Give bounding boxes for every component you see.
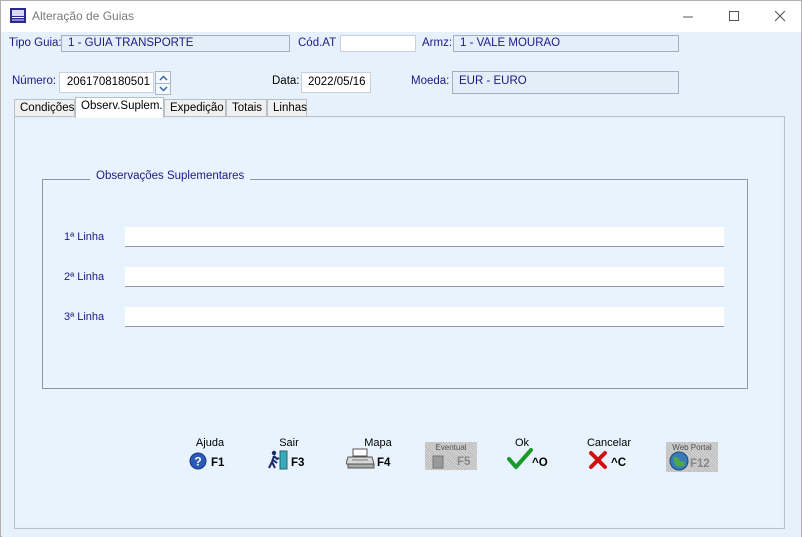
f5-key: F5 xyxy=(457,456,471,468)
mapa-button[interactable]: Mapa F4 xyxy=(345,437,397,471)
ajuda-caption: Ajuda xyxy=(195,437,225,449)
close-icon xyxy=(774,11,785,22)
sair-caption: Sair xyxy=(279,437,299,449)
linha-1-label: 1ª Linha xyxy=(64,231,105,243)
f5-caption: Eventual xyxy=(435,443,467,452)
cancel-x-icon xyxy=(589,451,607,469)
ajuda-key: F1 xyxy=(211,457,225,469)
exit-door-icon xyxy=(268,450,288,470)
numero-spinner[interactable] xyxy=(155,71,171,95)
numero-label: Número: xyxy=(12,75,57,87)
cancelar-caption: Cancelar xyxy=(586,437,632,449)
armz-field[interactable]: 1 - VALE MOURAO xyxy=(453,35,679,52)
minimize-button[interactable] xyxy=(665,1,711,32)
chevron-up-icon xyxy=(159,75,167,80)
help-icon: ? xyxy=(189,452,207,470)
tab-expedicao[interactable]: Expedição xyxy=(164,99,226,117)
spin-down-button[interactable] xyxy=(156,83,170,94)
moeda-label: Moeda: xyxy=(411,75,450,87)
linha-3-input[interactable] xyxy=(125,307,724,327)
linha-3-label: 3ª Linha xyxy=(64,311,105,323)
tab-condicoes[interactable]: Condições xyxy=(14,99,75,117)
linha-2-input[interactable] xyxy=(125,267,724,287)
data-label: Data: xyxy=(272,75,300,87)
printer-icon xyxy=(346,448,375,469)
cod-at-label: Cód.AT xyxy=(298,37,337,49)
close-button[interactable] xyxy=(757,1,802,32)
window-title: Alteração de Guias xyxy=(32,9,135,23)
app-icon xyxy=(10,8,26,23)
ok-key: ^O xyxy=(532,457,548,469)
spin-up-button[interactable] xyxy=(156,72,170,83)
sair-button[interactable]: Sair F3 xyxy=(263,437,315,471)
globe-icon xyxy=(669,451,689,471)
checkmark-icon xyxy=(507,448,533,469)
tipo-guia-field[interactable]: 1 - GUIA TRANSPORTE xyxy=(61,35,290,52)
f12-key: F12 xyxy=(690,458,710,470)
cod-at-field[interactable] xyxy=(340,35,416,52)
data-field[interactable]: 2022/05/16 xyxy=(301,72,371,93)
chevron-down-icon xyxy=(159,86,167,92)
sair-key: F3 xyxy=(291,457,305,469)
observacoes-group-title: Observações Suplementares xyxy=(90,170,251,182)
tab-totais[interactable]: Totais xyxy=(226,99,267,117)
mapa-key: F4 xyxy=(377,457,391,469)
ajuda-button[interactable]: Ajuda ? F1 xyxy=(184,437,236,471)
maximize-icon xyxy=(728,11,739,21)
main-window: Alteração de Guias Tipo Guia: 1 - GUIA T… xyxy=(0,0,802,537)
minimize-icon xyxy=(682,16,693,18)
f12-button[interactable]: Web Portal F12 xyxy=(666,442,718,472)
numero-field[interactable]: 2061708180501 xyxy=(59,72,154,93)
svg-text:?: ? xyxy=(194,455,201,469)
linha-1-input[interactable] xyxy=(125,227,724,247)
f5-button[interactable]: Eventual F5 xyxy=(425,442,477,470)
armz-label: Armz: xyxy=(422,37,453,49)
linha-2-label: 2ª Linha xyxy=(64,271,105,283)
document-icon xyxy=(432,455,444,469)
moeda-field[interactable]: EUR - EURO xyxy=(452,71,679,94)
tab-linhas[interactable]: Linhas xyxy=(267,99,307,117)
tab-observ-suplem[interactable]: Observ.Suplem. xyxy=(75,97,164,118)
maximize-button[interactable] xyxy=(711,1,757,32)
client-area: Tipo Guia: 1 - GUIA TRANSPORTE Cód.AT Ar… xyxy=(2,32,801,537)
cancelar-button[interactable]: Cancelar ^C xyxy=(583,437,635,471)
ok-button[interactable]: Ok ^O xyxy=(505,437,557,471)
title-bar: Alteração de Guias xyxy=(1,1,801,32)
cancelar-key: ^C xyxy=(611,457,627,469)
tipo-guia-label: Tipo Guia: xyxy=(9,37,62,49)
